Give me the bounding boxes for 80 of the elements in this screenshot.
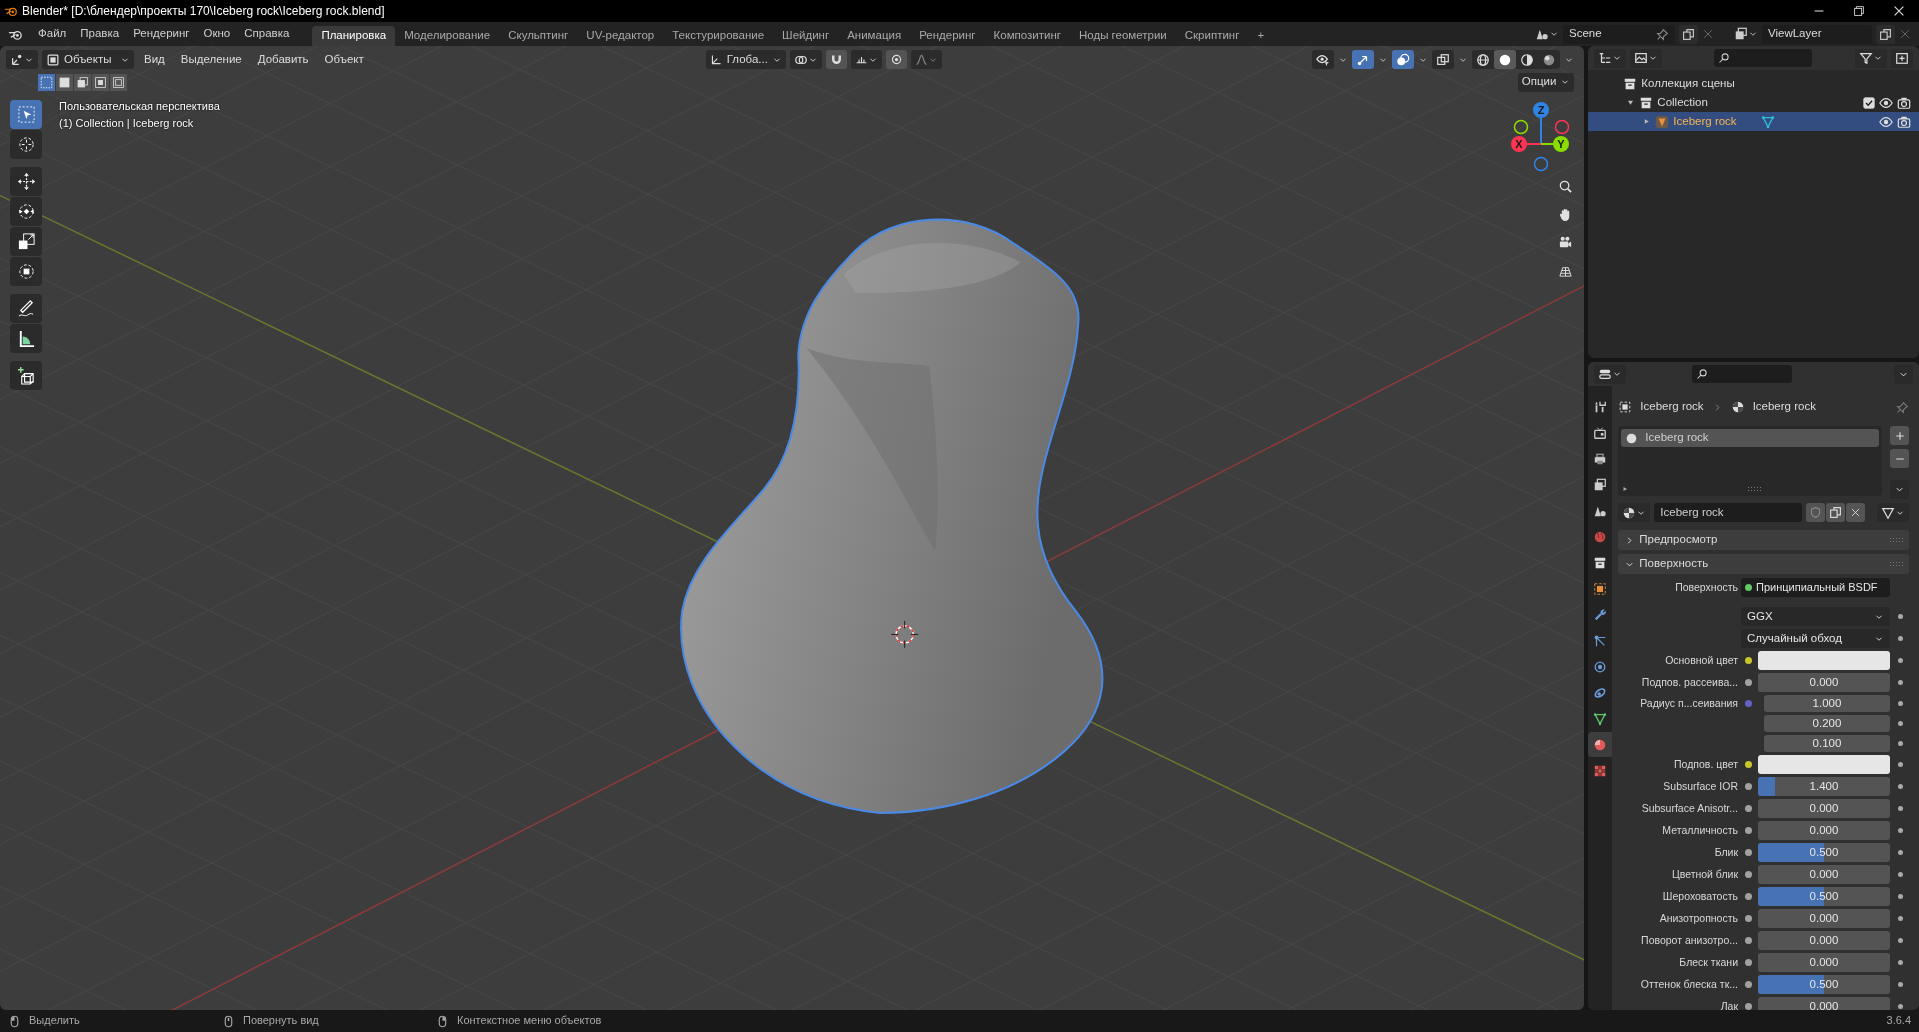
workspace-tab[interactable]: Анимация (838, 26, 911, 46)
menu-item[interactable]: Вид (138, 52, 171, 67)
number-field[interactable]: 0.000 (1758, 799, 1890, 818)
window-title: Blender* [D:\блендер\проекты 170\Iceberg rock\Iceberg rock.blend] (22, 3, 385, 19)
field-label: Анизотропность (1658, 912, 1738, 925)
status-hint: Повернуть вид (243, 1014, 319, 1028)
field-label: Подпов. рассеива... (1640, 676, 1738, 689)
field-label: Цветной блик (1670, 868, 1738, 881)
field-label: Металличность (1661, 824, 1738, 837)
mode-dropdown[interactable]: Объекты (42, 50, 134, 69)
panel-header[interactable]: Предпросмотр (1618, 530, 1909, 550)
breadcrumb-item: Iceberg rock (1640, 400, 1704, 414)
workspace-tab[interactable]: Скриптинг (1175, 26, 1249, 46)
field-label: Оттенок блеска тк... (1639, 978, 1738, 991)
menu-item[interactable]: Файл (31, 25, 74, 43)
status-hint: Контекстное меню объектов (457, 1014, 602, 1028)
number-field[interactable]: 1.000 (1764, 695, 1890, 712)
number-field[interactable]: 0.000 (1758, 953, 1890, 972)
field-label: Subsurface Anisotr... (1640, 802, 1738, 815)
menu-item[interactable]: Правка (73, 25, 127, 43)
field-label: Шероховатость (1661, 890, 1738, 903)
axis-handle[interactable]: Z (1533, 102, 1549, 145)
number-field[interactable]: 0.000 (1758, 673, 1890, 692)
field-label: Поворот анизотро... (1640, 934, 1738, 947)
workspace-tab[interactable]: Планировка (312, 26, 396, 46)
menu-item[interactable]: Добавить (251, 52, 315, 67)
view-layer-field[interactable]: ViewLayer (1762, 24, 1872, 44)
workspace-tab[interactable]: Композитинг (984, 26, 1070, 46)
options-dropdown[interactable]: Опции (1517, 72, 1575, 92)
number-field[interactable]: 0.200 (1764, 715, 1890, 732)
workspace-tab[interactable]: Текстурирование (663, 26, 774, 46)
number-field[interactable]: 0.000 (1758, 931, 1890, 950)
value-slider[interactable]: 0.500 (1758, 887, 1890, 906)
value-slider[interactable]: 0.500 (1758, 843, 1890, 862)
number-field[interactable]: 0.000 (1758, 997, 1890, 1010)
status-hint: Выделить (29, 1014, 80, 1028)
number-field[interactable]: 0.000 (1758, 821, 1890, 840)
field-label: Подпов. цвет (1673, 758, 1738, 771)
field-label: Основной цвет (1664, 654, 1738, 667)
workspace-tab[interactable]: Скульптинг (499, 26, 578, 46)
menu-item[interactable]: Рендеринг (126, 25, 197, 43)
field-label: Поверхность (1674, 581, 1738, 594)
field-label: Радиус п...сеивания (1639, 697, 1738, 710)
scene-field[interactable]: Scene (1563, 24, 1675, 44)
outliner-row[interactable]: Iceberg rock (1588, 112, 1919, 131)
workspace-tab[interactable]: Моделирование (395, 26, 500, 46)
shader-field[interactable]: Принципиальный BSDF (1741, 578, 1890, 597)
field-label: Блик (1713, 846, 1738, 859)
value-slider[interactable]: 0.500 (1758, 975, 1890, 994)
outliner-item-label: Коллекция сцены (1641, 76, 1735, 91)
add-workspace-button[interactable]: + (1248, 26, 1274, 46)
dropdown[interactable]: GGX (1741, 607, 1890, 626)
menu-item[interactable]: Выделение (174, 52, 248, 67)
viewport-info-text: (1) Collection | Iceberg rock (59, 117, 195, 131)
number-field[interactable]: 0.000 (1758, 909, 1890, 928)
outliner-row[interactable]: Коллекция сцены (1588, 74, 1919, 93)
number-field[interactable]: 0.100 (1764, 735, 1890, 752)
version-label: 3.6.4 (1886, 1014, 1911, 1028)
workspace-tab[interactable]: Ноды геометрии (1070, 26, 1176, 46)
viewport-info-text: Пользовательская перспектива (59, 100, 220, 114)
field-label: Блеск ткани (1678, 956, 1738, 969)
workspace-tab[interactable]: UV-редактор (577, 26, 664, 46)
outliner-row[interactable]: Collection (1588, 93, 1919, 112)
number-field[interactable]: 0.000 (1758, 865, 1890, 884)
value-slider[interactable]: 1.400 (1758, 777, 1890, 796)
menu-item[interactable]: Справка (237, 25, 297, 43)
workspace-tab[interactable]: Рендеринг (910, 26, 985, 46)
breadcrumb-item: Iceberg rock (1752, 400, 1816, 414)
dropdown[interactable]: Случайный обход (1741, 629, 1890, 648)
orientation-dropdown[interactable]: Глоба... (705, 50, 786, 69)
field-label: Subsurface IOR (1662, 780, 1738, 793)
material-slot-row[interactable]: Iceberg rock (1621, 429, 1879, 447)
menu-item[interactable]: Окно (196, 25, 238, 43)
outliner-item-label: Iceberg rock (1673, 114, 1737, 129)
material-name-field[interactable]: Iceberg rock (1654, 503, 1802, 522)
outliner-item-label: Collection (1657, 95, 1708, 110)
panel-header[interactable]: Поверхность (1618, 554, 1909, 574)
field-label: Лак (1719, 1000, 1738, 1010)
menu-item[interactable]: Объект (318, 52, 370, 67)
workspace-tab[interactable]: Шейдинг (773, 26, 839, 46)
